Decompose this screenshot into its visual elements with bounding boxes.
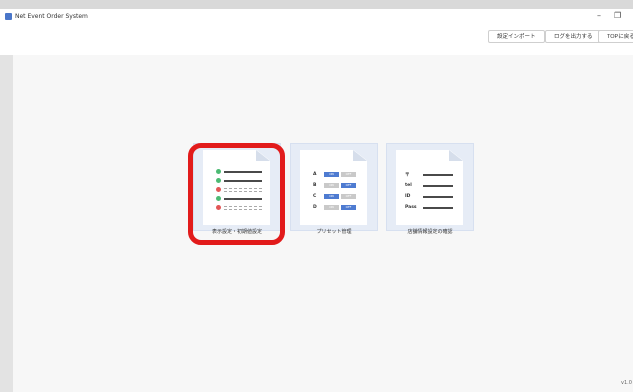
toggle-on: ON xyxy=(324,194,339,199)
preset-key: A xyxy=(313,172,317,177)
app-icon xyxy=(5,13,12,20)
toggle-off: OFF xyxy=(341,205,356,210)
store-field-label: 〒 xyxy=(405,173,410,178)
toggle-on: ON xyxy=(324,183,339,188)
restore-button[interactable]: ❐ xyxy=(614,11,621,20)
title-bar: Net Event Order System – ❐ xyxy=(0,9,633,25)
card-caption: プリセット管理 xyxy=(316,229,352,235)
field-value-line xyxy=(423,185,453,187)
toggle-off: OFF xyxy=(341,183,356,188)
toggle-off: OFF xyxy=(341,194,356,199)
version-label: v1.0 xyxy=(621,380,632,386)
toggle-on: ON xyxy=(324,205,339,210)
selection-highlight xyxy=(188,143,285,245)
store-field-label: tel xyxy=(405,183,412,188)
field-value-line xyxy=(423,174,453,176)
left-strip xyxy=(0,55,13,392)
toggle-on: ON xyxy=(324,172,339,177)
preset-key: C xyxy=(313,194,317,199)
back-to-top-button[interactable]: TOPに戻る xyxy=(598,30,633,43)
field-value-line xyxy=(423,207,453,209)
toggle-off: OFF xyxy=(341,172,356,177)
preset-key: D xyxy=(313,205,317,210)
store-field-label: Pass xyxy=(405,205,417,210)
export-log-button[interactable]: ログを出力する xyxy=(545,30,602,43)
preset-key: B xyxy=(313,183,317,188)
import-settings-button[interactable]: 設定インポート xyxy=(488,30,545,43)
window-title: Net Event Order System xyxy=(15,13,88,20)
store-field-label: ID xyxy=(405,194,411,199)
minimize-button[interactable]: – xyxy=(597,11,601,20)
field-value-line xyxy=(423,196,453,198)
card-caption: 店舗情報設定の確認 xyxy=(407,229,453,235)
